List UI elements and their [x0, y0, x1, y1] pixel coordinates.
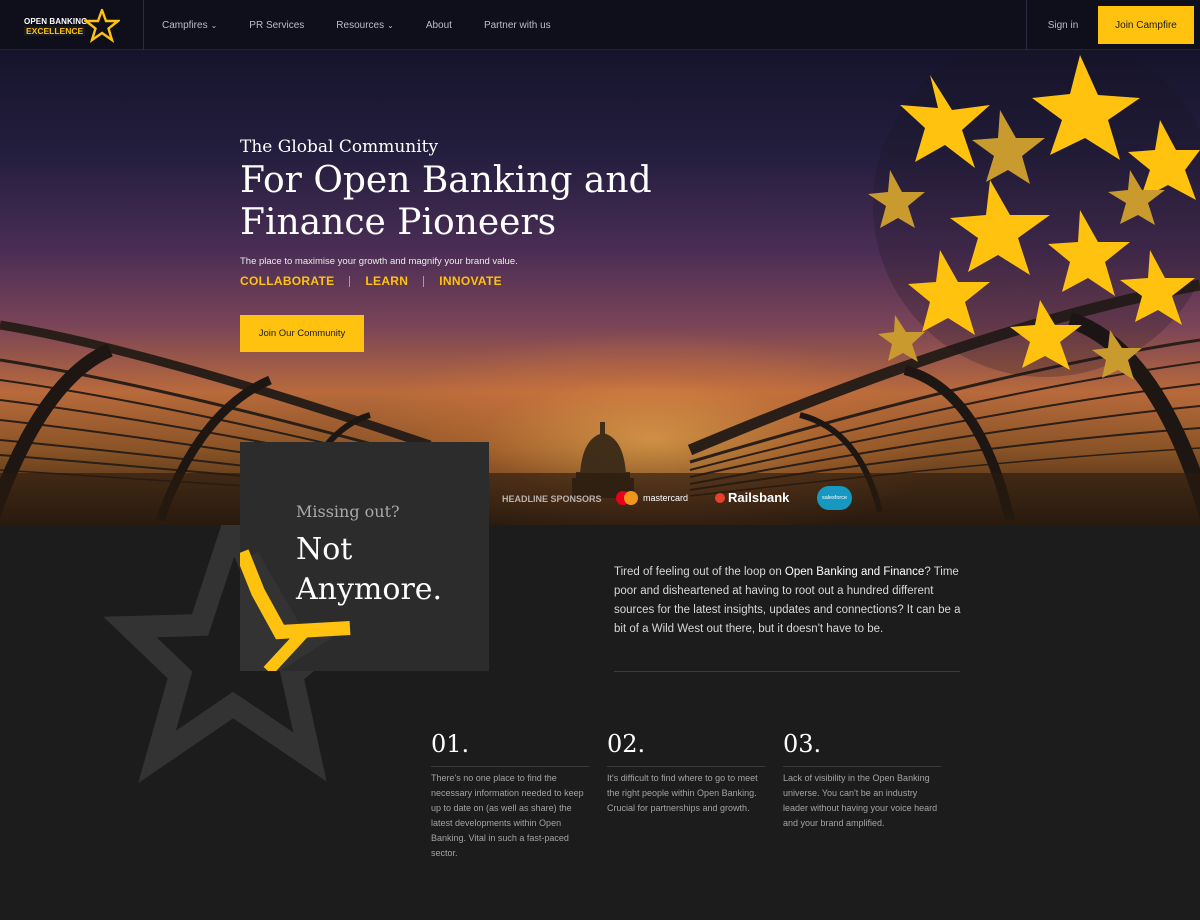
nav-divider: [1026, 0, 1027, 50]
problem-text: There's no one place to find the necessa…: [431, 773, 584, 858]
mastercard-orange-circle-icon: [624, 491, 638, 505]
problem-column-1: 01. There's no one place to find the nec…: [431, 730, 591, 861]
nav-divider: [143, 0, 144, 50]
hero-section: The Global Community For Open Banking an…: [0, 50, 1200, 525]
bridge-illustration: [0, 50, 1200, 522]
missing-kicker: Missing out?: [296, 502, 400, 521]
mastercard-logo[interactable]: mastercard: [616, 489, 688, 507]
problem-number: 01.: [431, 730, 470, 758]
pillar-innovate: INNOVATE: [439, 274, 502, 288]
nav-item-pr-services[interactable]: PR Services: [249, 20, 304, 31]
intro-highlight: Open Banking and Finance: [784, 566, 925, 578]
pillar-separator: [423, 275, 425, 287]
top-navigation: OPEN BANKING EXCELLENCE Campfires ⌄ PR Se…: [0, 0, 1200, 50]
logo-star-icon: [84, 9, 120, 43]
problem-text: Lack of visibility in the Open Banking u…: [783, 773, 938, 828]
content-section: [0, 525, 1200, 920]
pillar-collaborate: COLLABORATE: [240, 274, 335, 288]
chevron-down-icon: ⌄: [387, 20, 394, 30]
sponsors-label: HEADLINE SPONSORS: [502, 494, 602, 504]
problem-column-3: 03. Lack of visibility in the Open Banki…: [783, 730, 943, 831]
sponsor-bar: HEADLINE SPONSORS mastercard Railsbank s…: [0, 473, 1200, 525]
join-campfire-button[interactable]: Join Campfire: [1098, 6, 1194, 44]
nav-item-campfires[interactable]: Campfires ⌄: [162, 20, 217, 31]
nav-item-partner[interactable]: Partner with us: [484, 20, 551, 31]
railsbank-icon: [715, 492, 725, 503]
problem-text: It's difficult to find where to go to me…: [607, 773, 758, 813]
intro-divider: [614, 671, 960, 672]
railsbank-logo[interactable]: Railsbank: [715, 490, 789, 505]
chevron-down-icon: ⌄: [210, 20, 218, 30]
problem-divider: [431, 766, 589, 767]
nav-menu: Campfires ⌄ PR Services Resources ⌄ About …: [162, 0, 583, 50]
nav-item-resources[interactable]: Resources ⌄: [336, 20, 394, 31]
hero-subtitle: The Global Community: [240, 137, 439, 157]
missing-out-card: Missing out? Not Anymore.: [240, 442, 489, 671]
nav-item-about[interactable]: About: [426, 20, 452, 31]
logo-line-2: EXCELLENCE: [24, 26, 86, 36]
problem-divider: [783, 766, 941, 767]
hero-description: The place to maximise your growth and ma…: [240, 256, 518, 267]
missing-headline: Not Anymore.: [296, 532, 443, 607]
intro-paragraph: Tired of feeling out of the loop on Open…: [614, 566, 961, 635]
hero-title: For Open Banking and Finance Pioneers: [240, 160, 652, 243]
pillar-separator: [349, 275, 351, 287]
sign-in-link[interactable]: Sign in: [1028, 0, 1098, 50]
hero-pillars: COLLABORATE LEARN INNOVATE: [240, 274, 502, 288]
problem-divider: [607, 766, 765, 767]
problem-column-2: 02. It's difficult to find where to go t…: [607, 730, 767, 816]
join-community-button[interactable]: Join Our Community: [240, 315, 364, 352]
site-logo[interactable]: OPEN BANKING EXCELLENCE: [24, 9, 120, 43]
salesforce-logo[interactable]: salesforce: [817, 486, 852, 510]
problem-number: 03.: [783, 730, 822, 758]
problem-number: 02.: [607, 730, 646, 758]
logo-line-1: OPEN BANKING: [24, 17, 88, 26]
pillar-learn: LEARN: [365, 274, 409, 288]
